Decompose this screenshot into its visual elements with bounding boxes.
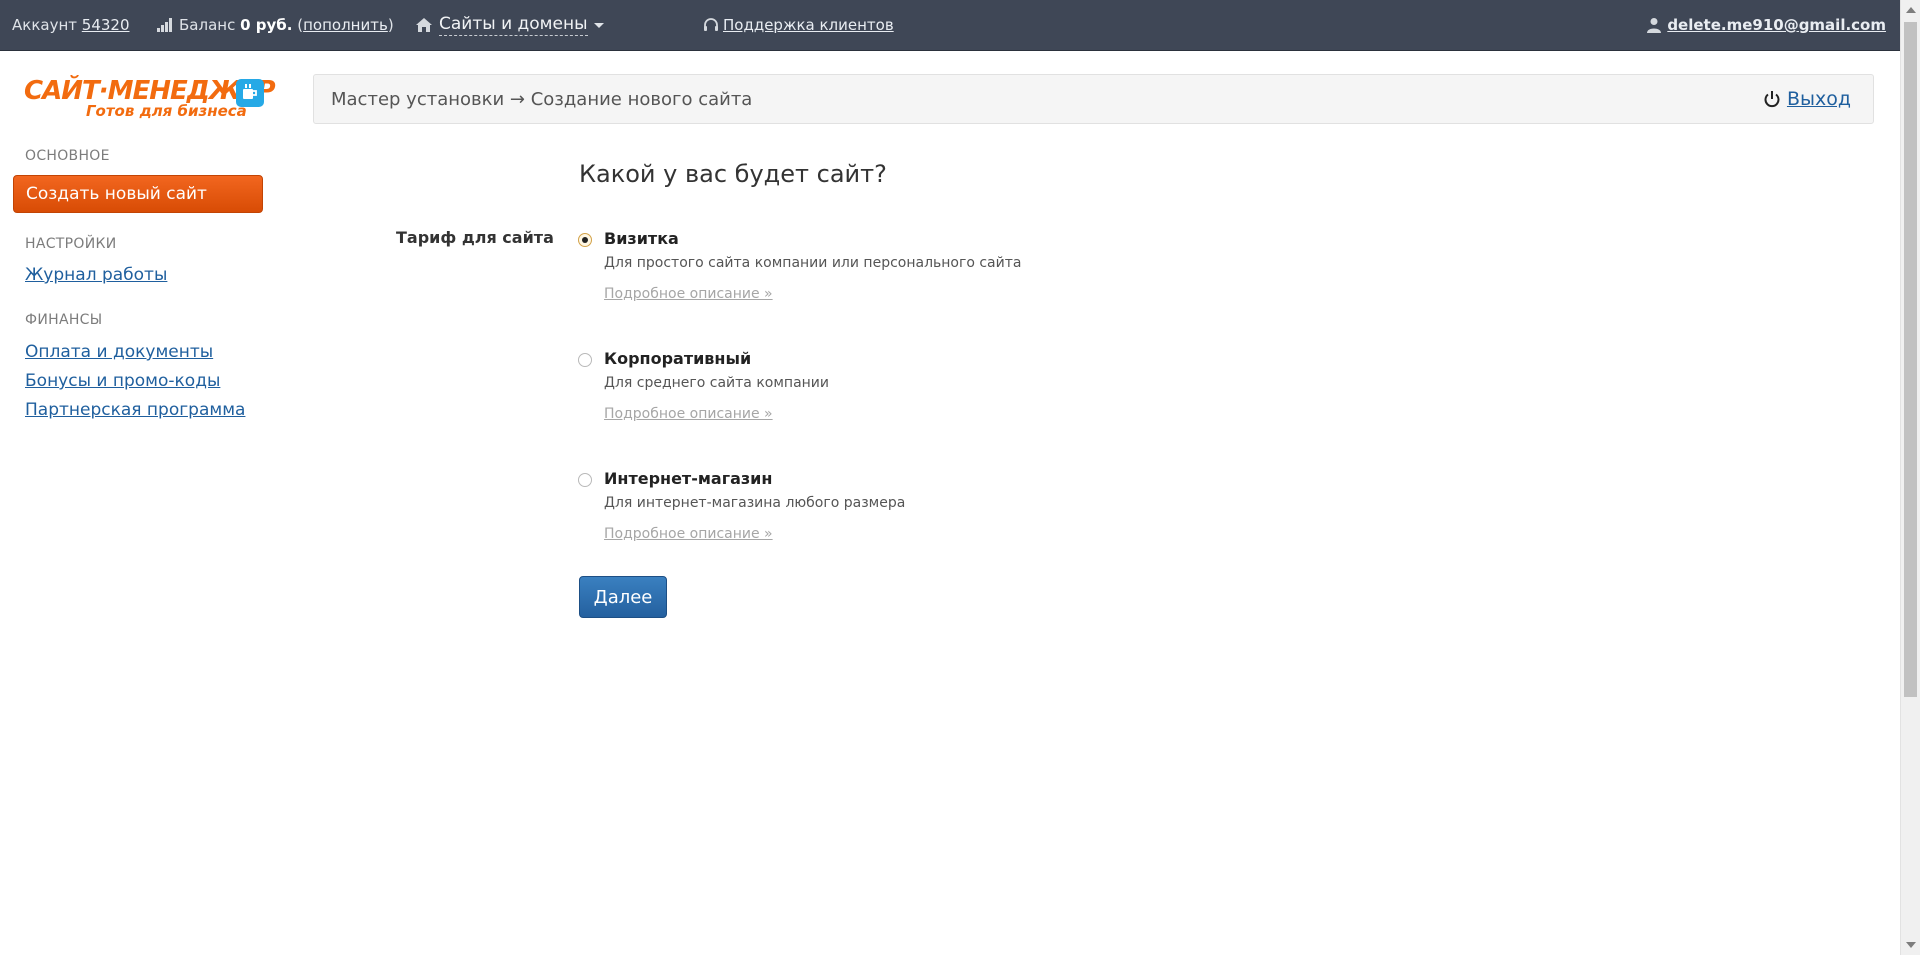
option-description: Для простого сайта компании или персонал… (604, 255, 1022, 271)
site-logo[interactable]: САЙТ·МЕНЕДЖЕР Готов для бизнеса (24, 76, 276, 122)
balance-label: Баланс (179, 16, 236, 34)
top-bar: Аккаунт 54320 Баланс 0 руб. (пополнить) … (0, 0, 1900, 51)
sidebar-heading-main: Основное (25, 148, 110, 164)
sidebar-heading-finance: Финансы (25, 312, 103, 328)
support-link[interactable]: Поддержка клиентов (723, 16, 894, 34)
user-menu[interactable]: delete.me910@gmail.com (1647, 0, 1886, 50)
create-site-button[interactable]: Создать новый сайт (13, 175, 263, 213)
sidebar-heading-settings: Настройки (25, 236, 117, 252)
balance-value: 0 руб. (240, 16, 293, 34)
option-details-link[interactable]: Подробное описание » (604, 406, 773, 422)
logout[interactable]: Выход (1763, 75, 1851, 123)
page-title: Какой у вас будет сайт? (579, 160, 887, 188)
option-title[interactable]: Корпоративный (604, 349, 751, 368)
sidebar-item-bonuses[interactable]: Бонусы и промо-коды (25, 371, 220, 391)
logo-cup-icon (236, 79, 264, 107)
radio-corporate[interactable] (578, 353, 592, 367)
scroll-up-icon[interactable] (1906, 7, 1916, 13)
home-icon (415, 17, 433, 33)
account-info: Аккаунт 54320 (12, 0, 130, 50)
logout-link[interactable]: Выход (1787, 88, 1851, 110)
option-description: Для интернет-магазина любого размера (604, 495, 906, 511)
sidebar-item-payments[interactable]: Оплата и документы (25, 342, 213, 362)
account-label: Аккаунт (12, 16, 77, 34)
radio-vizitka[interactable] (578, 233, 592, 247)
scrollbar-thumb[interactable] (1904, 22, 1917, 697)
breadcrumb: Мастер установки → Создание нового сайта (331, 88, 753, 110)
sidebar-item-partner[interactable]: Партнерская программа (25, 400, 245, 420)
next-button[interactable]: Далее (579, 576, 667, 618)
support[interactable]: Поддержка клиентов (703, 0, 894, 50)
sites-menu[interactable]: Сайты и домены (415, 0, 604, 50)
topup-link[interactable]: пополнить (303, 16, 388, 34)
option-details-link[interactable]: Подробное описание » (604, 286, 773, 302)
power-icon[interactable] (1763, 90, 1781, 108)
sites-menu-label[interactable]: Сайты и домены (439, 14, 588, 36)
option-title[interactable]: Интернет-магазин (604, 469, 772, 488)
breadcrumb-bar: Мастер установки → Создание нового сайта… (313, 74, 1874, 124)
user-email-link[interactable]: delete.me910@gmail.com (1667, 16, 1886, 34)
option-title[interactable]: Визитка (604, 229, 679, 248)
page-scrollbar[interactable] (1900, 0, 1920, 955)
account-number-link[interactable]: 54320 (82, 16, 130, 34)
chevron-down-icon (593, 22, 604, 28)
logo-tagline: Готов для бизнеса (86, 102, 247, 120)
user-icon (1647, 17, 1662, 33)
topup-paren-close: ) (387, 16, 394, 34)
radio-shop[interactable] (578, 473, 592, 487)
sidebar-item-work-log[interactable]: Журнал работы (25, 265, 167, 285)
headset-icon (703, 17, 719, 33)
option-details-link[interactable]: Подробное описание » (604, 526, 773, 542)
option-description: Для среднего сайта компании (604, 375, 829, 391)
balance-info: Баланс 0 руб. (пополнить) (157, 0, 394, 50)
signal-bars-icon (157, 18, 173, 32)
scroll-down-icon[interactable] (1906, 942, 1916, 948)
tariff-field-label: Тариф для сайта (396, 228, 554, 247)
